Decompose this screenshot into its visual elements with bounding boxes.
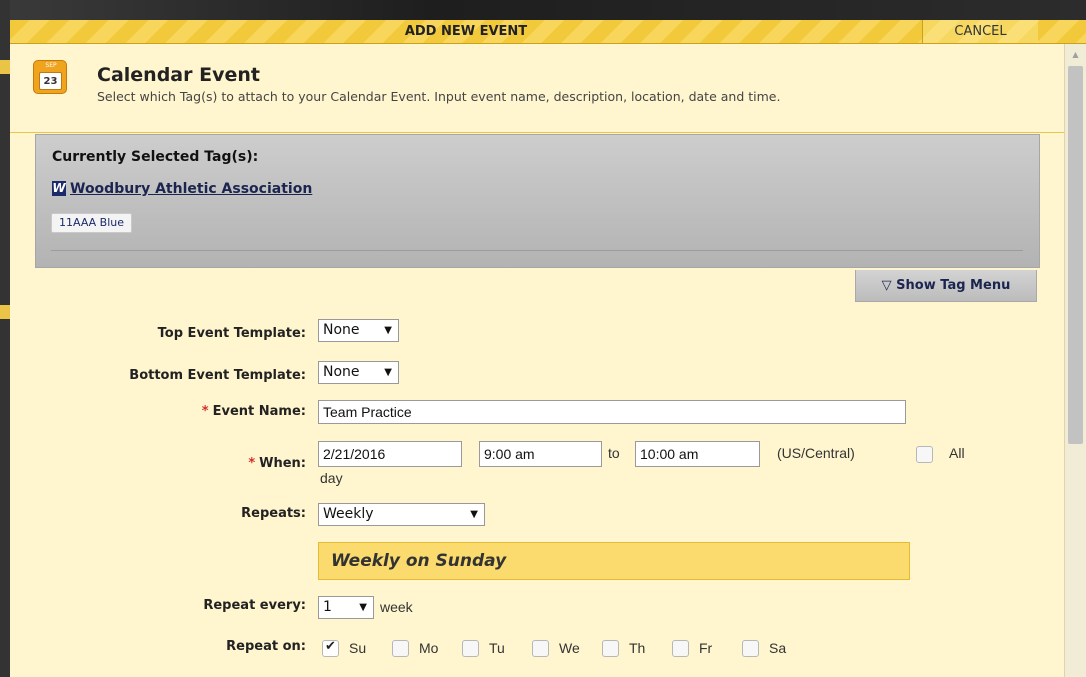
all-day-label-wrap: day — [320, 470, 343, 486]
backdrop-left-edge — [0, 0, 10, 677]
top-template-label: Top Event Template: — [157, 326, 306, 341]
cancel-button[interactable]: CANCEL — [922, 20, 1038, 43]
day-label-we: We — [559, 640, 580, 656]
repeat-every-value: 1 — [323, 599, 332, 615]
day-checkbox-sa[interactable] — [742, 640, 759, 657]
required-marker: * — [201, 404, 209, 419]
show-tag-menu-button[interactable]: ▽ Show Tag Menu — [855, 270, 1037, 302]
day-label-su: Su — [349, 640, 367, 656]
repeats-label: Repeats: — [241, 506, 306, 521]
repeat-on-label: Repeat on: — [226, 639, 306, 654]
org-name-link[interactable]: Woodbury Athletic Association — [70, 181, 312, 197]
day-checkbox-su[interactable] — [322, 639, 339, 657]
day-label-fr: Fr — [699, 640, 713, 656]
to-label: to — [608, 445, 620, 461]
divider — [51, 250, 1023, 251]
start-time-input[interactable] — [479, 441, 602, 467]
org-logo-icon: W — [52, 181, 66, 196]
timezone-label: (US/Central) — [777, 445, 855, 461]
day-label-mo: Mo — [419, 640, 439, 656]
when-label-text: When: — [259, 456, 306, 471]
bottom-template-label: Bottom Event Template: — [129, 368, 306, 383]
all-day-checkbox[interactable] — [916, 446, 933, 463]
top-template-select[interactable]: None ▼ — [318, 319, 399, 342]
day-checkbox-fr[interactable] — [672, 640, 689, 657]
calendar-icon: SEP 23 — [33, 60, 67, 94]
scrollbar-thumb[interactable] — [1068, 66, 1083, 444]
day-checkbox-we[interactable] — [532, 640, 549, 657]
scrollbar[interactable]: ▲ — [1064, 44, 1086, 677]
add-event-modal: ADD NEW EVENT CANCEL ▲ SEP 23 Calendar E… — [10, 20, 1086, 677]
repeats-value: Weekly — [323, 506, 374, 522]
event-name-input[interactable] — [318, 400, 906, 424]
day-checkbox-tu[interactable] — [462, 640, 479, 657]
all-day-label: All — [949, 445, 965, 461]
chevron-down-icon: ▼ — [470, 509, 478, 520]
chevron-down-icon: ▼ — [384, 367, 392, 378]
when-label: * When: — [10, 456, 306, 471]
day-checkbox-mo[interactable] — [392, 640, 409, 657]
repeat-every-label: Repeat every: — [203, 598, 306, 613]
page-title: Calendar Event — [97, 64, 260, 86]
day-label-th: Th — [629, 640, 646, 656]
calendar-icon-day: 23 — [39, 72, 62, 90]
chevron-down-icon: ▼ — [384, 325, 392, 336]
chevron-down-icon: ▼ — [359, 602, 367, 613]
selected-tags-heading: Currently Selected Tag(s): — [52, 149, 259, 165]
tag-chip[interactable]: 11AAA Blue — [51, 213, 133, 233]
event-name-label-text: Event Name: — [212, 404, 306, 419]
repeat-every-unit: week — [380, 599, 413, 615]
required-marker: * — [248, 456, 256, 471]
repeat-every-select[interactable]: 1 ▼ — [318, 596, 374, 619]
day-label-tu: Tu — [489, 640, 505, 656]
modal-titlebar: ADD NEW EVENT CANCEL — [10, 20, 1086, 44]
end-time-input[interactable] — [635, 441, 760, 467]
top-template-value: None — [323, 322, 360, 338]
backdrop-mark — [0, 305, 10, 319]
modal-header: SEP 23 Calendar Event Select which Tag(s… — [10, 44, 1064, 133]
repeat-summary: Weekly on Sunday — [318, 542, 910, 580]
bottom-template-value: None — [323, 364, 360, 380]
start-date-input[interactable] — [318, 441, 462, 467]
day-checkbox-th[interactable] — [602, 640, 619, 657]
scroll-up-arrow-icon[interactable]: ▲ — [1065, 50, 1086, 59]
repeats-select[interactable]: Weekly ▼ — [318, 503, 485, 526]
calendar-icon-month: SEP — [45, 62, 57, 69]
selected-tags-panel: Currently Selected Tag(s): W Woodbury At… — [35, 134, 1040, 268]
event-name-label: * Event Name: — [10, 404, 306, 419]
bottom-template-select[interactable]: None ▼ — [318, 361, 399, 384]
backdrop-mark — [0, 60, 10, 74]
day-label-sa: Sa — [769, 640, 787, 656]
modal-title: ADD NEW EVENT — [404, 24, 528, 39]
page-description: Select which Tag(s) to attach to your Ca… — [97, 89, 781, 104]
